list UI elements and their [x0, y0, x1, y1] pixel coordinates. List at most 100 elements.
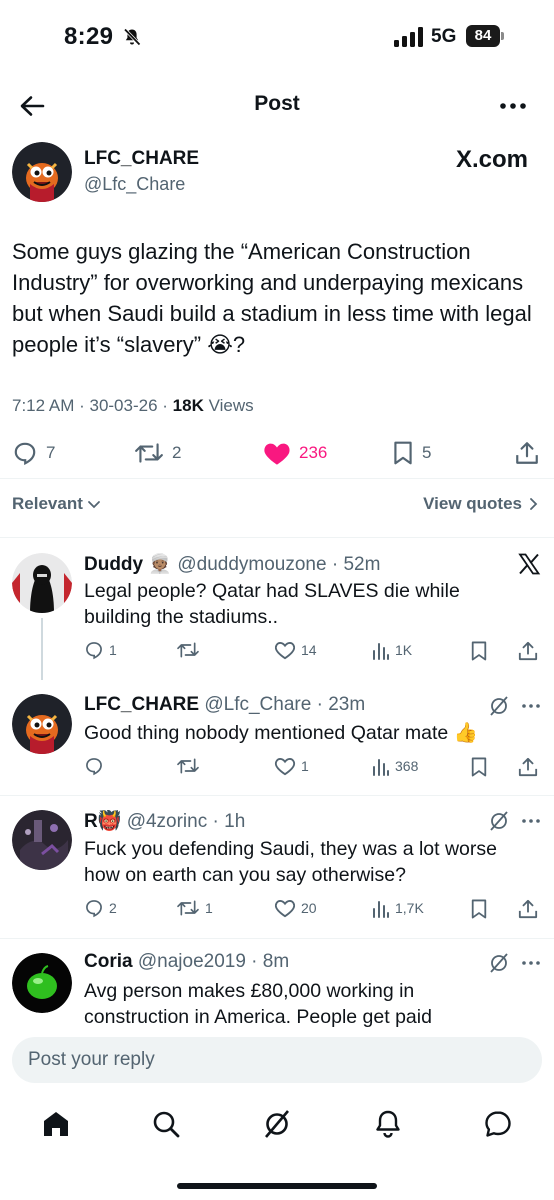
- reply-avatar-duddy[interactable]: [12, 553, 72, 613]
- reply-repost-button[interactable]: [176, 640, 205, 660]
- share-icon[interactable]: [518, 898, 538, 920]
- bookmark-icon[interactable]: [470, 898, 488, 920]
- reply-views-button[interactable]: 1,7K: [372, 898, 424, 918]
- reply-author-name[interactable]: Coria: [84, 951, 133, 972]
- share-button[interactable]: [515, 440, 539, 466]
- grok-icon[interactable]: [488, 810, 510, 832]
- analytics-icon: [373, 643, 389, 660]
- reply-repost-count: 1: [205, 900, 213, 916]
- heart-icon: [274, 899, 296, 918]
- cellular-signal-icon: [394, 27, 423, 47]
- reply-author-handle[interactable]: @Lfc_Chare: [204, 694, 311, 715]
- reply-views-count: 1K: [395, 642, 413, 658]
- heart-icon: [274, 641, 296, 660]
- silent-bell-icon: [123, 28, 141, 46]
- reply-author-name[interactable]: Duddy: [84, 554, 143, 575]
- status-bar: 8:29 5G 84: [0, 0, 554, 72]
- repost-count: 2: [172, 443, 182, 462]
- reply-text: Good thing nobody mentioned Qatar mate 👍: [84, 722, 478, 744]
- reply-avatar-r[interactable]: [12, 810, 72, 870]
- reply-author-name[interactable]: LFC_CHARE: [84, 694, 199, 715]
- post-text: Some guys glazing the “American Construc…: [12, 239, 532, 357]
- reply-header: R👹 @4zorinc · 1h: [84, 811, 246, 832]
- share-icon: [516, 442, 538, 464]
- bookmark-button[interactable]: 5: [392, 440, 431, 466]
- more-options-icon[interactable]: [520, 695, 542, 717]
- view-quotes-link[interactable]: View quotes: [423, 494, 540, 514]
- messages-icon[interactable]: [482, 1108, 514, 1140]
- share-icon[interactable]: [518, 640, 538, 662]
- bookmark-icon[interactable]: [470, 640, 488, 662]
- reply-actions: 1 368: [84, 756, 544, 778]
- bookmark-count: 5: [422, 443, 432, 462]
- bookmark-icon[interactable]: [470, 756, 488, 778]
- reply-author-name[interactable]: R: [84, 811, 98, 832]
- reply-button[interactable]: 7: [12, 440, 55, 466]
- divider: [0, 478, 554, 479]
- reply-icon: [86, 642, 102, 660]
- author-avatar[interactable]: [12, 142, 72, 202]
- top-header: Post: [0, 80, 554, 130]
- notifications-icon[interactable]: [372, 1108, 404, 1140]
- repost-icon: [135, 443, 163, 463]
- x-logo-icon: [518, 553, 541, 575]
- divider: [0, 537, 554, 538]
- home-indicator[interactable]: [177, 1183, 377, 1189]
- chevron-down-icon: [87, 501, 100, 509]
- reply-views-count: 1,7K: [395, 900, 424, 916]
- reply-author-handle[interactable]: @duddymouzone: [177, 554, 326, 575]
- battery-icon: 84: [466, 25, 504, 47]
- reply-count: 7: [46, 443, 56, 462]
- status-time: 8:29: [64, 23, 114, 50]
- reply-header: Duddy 👳🏽 @duddymouzone · 52m: [84, 554, 381, 575]
- more-options-icon[interactable]: [520, 952, 542, 974]
- share-icon[interactable]: [518, 756, 538, 778]
- reply-views-button[interactable]: 368: [372, 756, 418, 776]
- reply-like-button[interactable]: 14: [274, 640, 317, 660]
- more-options-icon[interactable]: [498, 92, 528, 120]
- reply-views-button[interactable]: 1K: [372, 640, 412, 660]
- reply-avatar-lfc-chare[interactable]: [12, 694, 72, 754]
- home-icon[interactable]: [40, 1108, 72, 1140]
- reply-text: Avg person makes £80,000 working in cons…: [84, 980, 432, 1028]
- reply-reply-button[interactable]: 1: [84, 640, 117, 660]
- reply-author-emoji: 👳🏽: [148, 554, 173, 575]
- post-time: 7:12 AM: [12, 396, 75, 415]
- reply-like-button[interactable]: 20: [274, 898, 317, 918]
- repost-icon: [177, 642, 199, 658]
- grok-icon[interactable]: [488, 695, 510, 717]
- reply-repost-button[interactable]: [176, 756, 205, 776]
- heart-icon: [274, 757, 296, 776]
- like-button[interactable]: 236: [263, 440, 327, 466]
- author-handle[interactable]: @Lfc_Chare: [84, 174, 185, 195]
- search-icon[interactable]: [150, 1108, 182, 1140]
- reply-author-handle[interactable]: @4zorinc: [127, 811, 208, 832]
- reply-reply-button[interactable]: 2: [84, 898, 117, 918]
- bottom-navigation: [0, 1100, 554, 1150]
- reply-repost-button[interactable]: 1: [176, 898, 213, 918]
- author-name[interactable]: LFC_CHARE: [84, 148, 199, 170]
- sort-dropdown[interactable]: Relevant: [12, 494, 101, 514]
- reply-views-count: 368: [395, 758, 419, 774]
- reply-time: 23m: [328, 694, 366, 715]
- source-label-text: X.com: [455, 146, 528, 173]
- reply-composer[interactable]: [12, 1037, 542, 1083]
- grok-icon[interactable]: [488, 952, 510, 974]
- reply-like-button[interactable]: 1: [274, 756, 309, 776]
- reply-icon: [86, 758, 102, 776]
- reply-avatar-coria[interactable]: [12, 953, 72, 1013]
- reply-input[interactable]: [12, 1037, 542, 1083]
- views-count: 18K: [172, 396, 204, 415]
- reply-actions: 1 14 1K: [84, 640, 544, 662]
- reply-icon: [14, 442, 36, 466]
- thread-connector: [41, 618, 43, 680]
- sort-label: Relevant: [12, 494, 83, 513]
- post-actions: 7 2 236 5: [0, 436, 554, 468]
- reply-reply-button[interactable]: [84, 756, 109, 776]
- grok-icon[interactable]: [261, 1108, 293, 1140]
- repost-button[interactable]: 2: [134, 440, 181, 466]
- reply-author-handle[interactable]: @najoe2019: [138, 951, 246, 972]
- post-meta: 7:12 AM · 30-03-26 · 18K Views: [12, 396, 254, 415]
- more-options-icon[interactable]: [520, 810, 542, 832]
- reply-header: Coria @najoe2019 · 8m: [84, 951, 290, 972]
